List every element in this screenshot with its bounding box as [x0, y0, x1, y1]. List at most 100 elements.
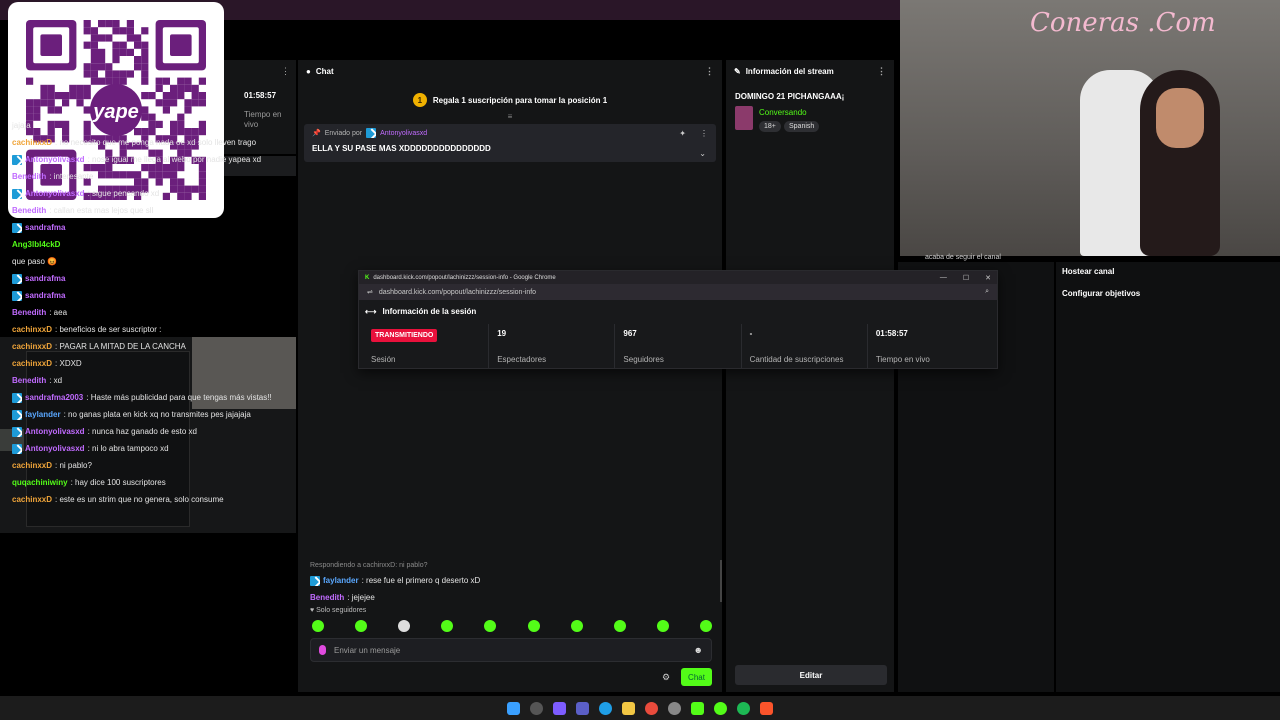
chat-username[interactable]: faylander	[323, 576, 359, 585]
chat-username[interactable]: Ang3lbl4ckD	[12, 240, 60, 249]
obs-icon[interactable]	[668, 701, 681, 715]
chat-username[interactable]: faylander	[25, 410, 61, 419]
popup-address-bar[interactable]: ⇌ dashboard.kick.com/popout/lachinizzz/s…	[359, 284, 997, 300]
chrome-icon[interactable]	[645, 701, 658, 715]
chat-message: sandrafma	[12, 287, 412, 304]
stream-title: DOMINGO 21 PICHANGAAA¡	[735, 92, 845, 101]
teams-icon[interactable]	[576, 701, 589, 715]
chat-username[interactable]: sandrafma2003	[25, 393, 83, 402]
chat-message: sandrafma	[12, 219, 412, 236]
tag-badge: Spanish	[784, 121, 820, 132]
emote-icon[interactable]	[570, 620, 583, 632]
chat-username[interactable]: Antonyolivasxd	[25, 189, 85, 198]
chat-username[interactable]: cachinxxD	[12, 461, 52, 470]
stat-card: 01:58:57 Tiempo en vivo	[868, 324, 993, 368]
chat-text: : rese fue el primero q deserto xD	[361, 576, 481, 585]
kick-app-icon[interactable]	[691, 701, 704, 715]
site-info-icon[interactable]: ⇌	[367, 288, 373, 296]
chat-username[interactable]: Antonyolivasxd	[25, 427, 85, 436]
chat-username[interactable]: Benedith	[12, 172, 46, 181]
chat-message: Benedith: callan esta mas lejos que sll	[12, 202, 412, 219]
edit-button[interactable]: Editar	[735, 665, 887, 685]
popup-titlebar[interactable]: K dashboard.kick.com/popout/lachinizzz/s…	[359, 271, 997, 284]
emote-bar	[312, 620, 712, 632]
chat-username[interactable]: cachinxxD	[12, 138, 52, 147]
live-time: 01:58:57	[244, 91, 277, 100]
emote-icon[interactable]	[398, 620, 411, 632]
emote-icon[interactable]	[699, 620, 712, 632]
file-explorer-icon[interactable]	[622, 701, 635, 715]
copilot-icon[interactable]	[553, 701, 566, 715]
spotify-icon[interactable]	[737, 701, 750, 715]
chat-username[interactable]: Benedith	[12, 206, 46, 215]
stream-info-panel: ✎ Información del stream ⋮	[726, 60, 894, 692]
chat-username[interactable]: Antonyolivasxd	[25, 444, 85, 453]
chat-title: Chat	[315, 66, 334, 76]
gear-icon[interactable]: ⚙	[662, 672, 670, 683]
minimize-icon[interactable]: —	[940, 274, 947, 282]
brave-icon[interactable]	[760, 701, 773, 715]
chat-username[interactable]: sandrafma	[25, 274, 65, 283]
chat-username[interactable]: quqachiniwiny	[12, 478, 68, 487]
stat-label: Tiempo en vivo	[875, 355, 930, 364]
chat-scrollbar[interactable]	[720, 560, 722, 602]
chat-username[interactable]: cachinxxD	[12, 325, 52, 334]
chat-username[interactable]: Benedith	[12, 376, 46, 385]
chat-text: : PAGAR LA MITAD DE LA CANCHA	[55, 342, 186, 351]
chat-username[interactable]: cachinxxD	[12, 342, 52, 351]
sub-badge-icon	[12, 426, 22, 437]
emote-icon[interactable]	[312, 620, 324, 632]
chat-menu-icon[interactable]: ⋮	[705, 66, 714, 77]
session-stats: TRANSMITIENDO Sesión 19 Espectadores 967 Segu…	[363, 324, 993, 368]
emote-icon[interactable]	[441, 620, 454, 632]
emote-icon[interactable]	[613, 620, 626, 632]
promo-text: Regala 1 suscripción para tomar la posic…	[432, 95, 608, 105]
chat-username[interactable]: Antonyolivasxd	[25, 155, 85, 164]
stat-label: Cantidad de suscripciones	[749, 355, 844, 364]
chat-username[interactable]: cachinxxD	[12, 359, 52, 368]
chat-text: : nunca haz ganado de esto xd	[87, 427, 197, 436]
emote-icon[interactable]	[355, 620, 368, 632]
wrench-icon: ✎	[734, 66, 741, 76]
whatsapp-icon[interactable]	[714, 701, 727, 715]
chat-text: : ni pablo?	[55, 461, 92, 470]
zoom-icon[interactable]: ⌕	[985, 288, 989, 296]
chat-text: : sigue pensando xd	[87, 189, 160, 198]
chat-text: : hay dice 100 suscriptores	[70, 478, 166, 487]
emote-icon[interactable]	[656, 620, 669, 632]
chat-username[interactable]: Benedith	[12, 308, 46, 317]
stat-value: 967	[623, 329, 637, 338]
search-icon[interactable]	[530, 701, 543, 715]
maximize-icon[interactable]: ☐	[963, 274, 969, 282]
chat-username[interactable]: sandrafma	[25, 223, 65, 232]
pinned-menu-icon[interactable]: ⋮	[700, 129, 708, 138]
kick-logo-icon: K	[365, 274, 370, 281]
chat-message: Benedith: aea	[12, 304, 412, 321]
stat-label: Espectadores	[497, 355, 547, 364]
configure-goals-link[interactable]: Configurar objetivos	[1062, 289, 1140, 298]
smile-icon[interactable]: ☻	[694, 645, 703, 655]
mic-icon[interactable]	[319, 645, 326, 655]
chat-message: cachinxxD: XDXD	[12, 355, 412, 372]
info-menu-icon[interactable]: ⋮	[877, 66, 886, 77]
emote-icon[interactable]	[484, 620, 497, 632]
stream-info-title: Información del stream	[745, 66, 834, 76]
sub-badge-icon	[12, 443, 22, 454]
windows-start-icon[interactable]	[507, 701, 520, 715]
sub-badge-icon	[12, 273, 22, 284]
chat-username[interactable]: Benedith	[310, 593, 344, 602]
edge-icon[interactable]	[599, 701, 612, 715]
send-chat-button[interactable]: Chat	[681, 668, 712, 686]
follow-alert: acaba de seguir el canal	[925, 254, 1001, 261]
chat-text: : ni lo abra tampoco xd	[87, 444, 169, 453]
close-icon[interactable]: ✕	[985, 274, 991, 282]
chevron-down-icon[interactable]: ⌄	[699, 149, 706, 158]
host-channel-link[interactable]: Hostear canal	[1062, 267, 1114, 276]
emote-icon[interactable]	[527, 620, 540, 632]
chat-input[interactable]: Enviar un mensaje ☻	[310, 638, 712, 662]
pin-icon[interactable]: ✦	[679, 129, 686, 138]
category-name[interactable]: Conversando	[759, 108, 807, 117]
menu-icon[interactable]: ⋮	[281, 66, 290, 77]
chat-username[interactable]: cachinxxD	[12, 495, 52, 504]
chat-username[interactable]: sandrafma	[25, 291, 65, 300]
